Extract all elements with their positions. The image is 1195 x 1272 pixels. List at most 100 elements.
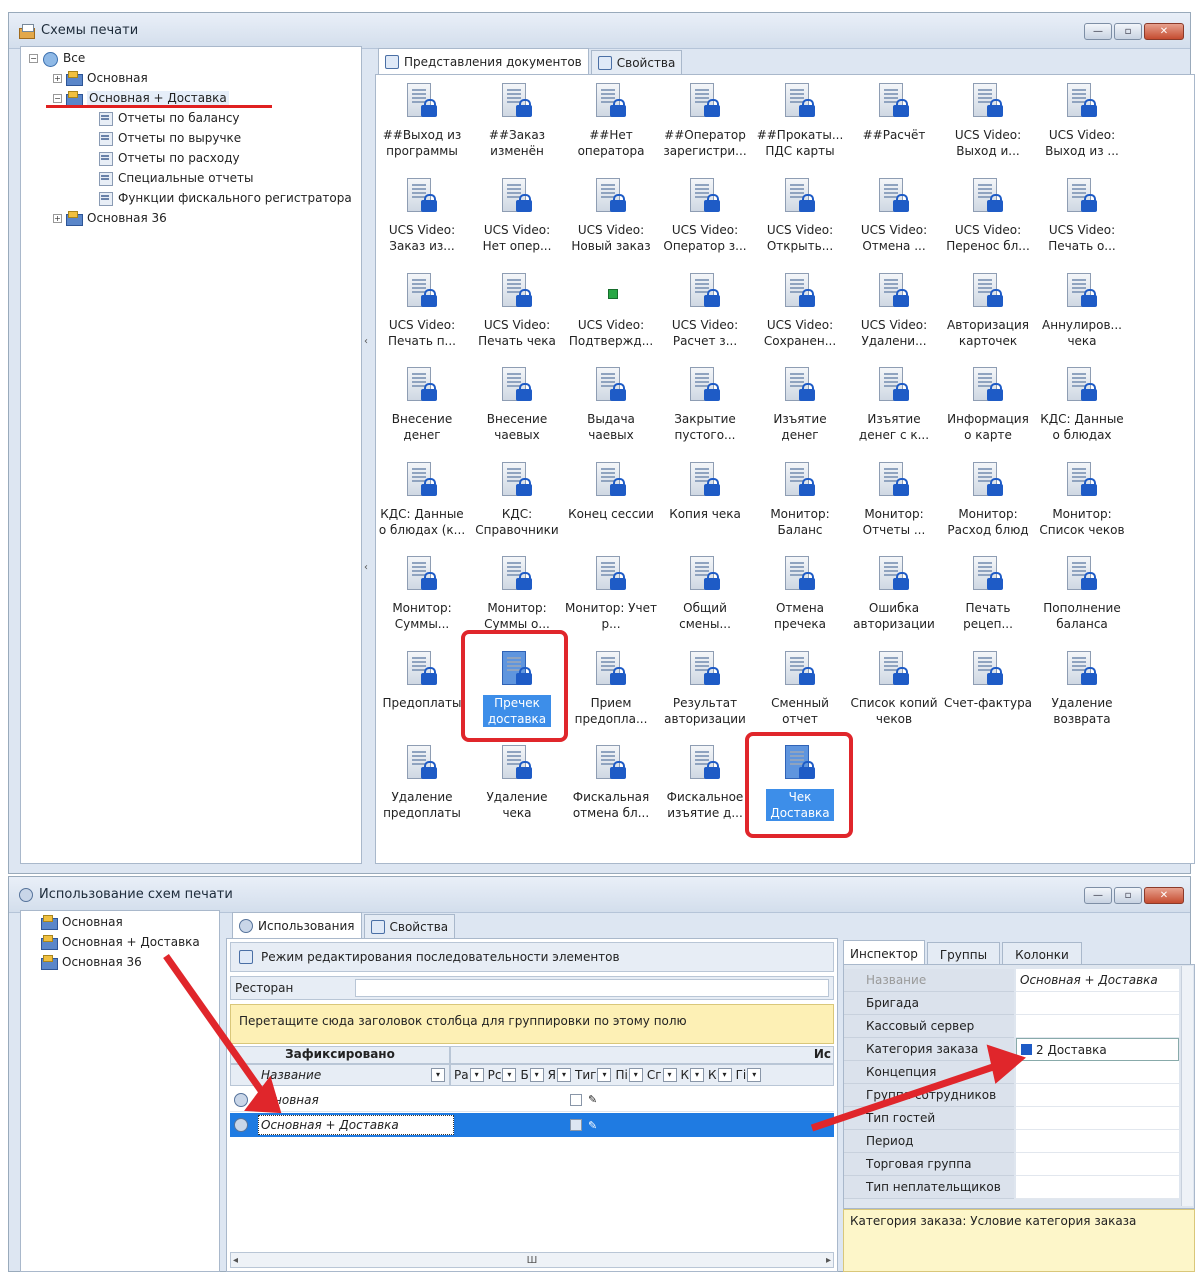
- tab-groups[interactable]: Группы: [926, 942, 1001, 966]
- document-item[interactable]: КДС: Данные о блюдах (к...: [376, 454, 468, 546]
- edit-link-icon[interactable]: ✎: [588, 1093, 597, 1106]
- tab-properties[interactable]: Свойства: [363, 914, 456, 938]
- property-name[interactable]: Тип гостей: [844, 1107, 1014, 1130]
- document-item[interactable]: Выдача чаевых: [565, 359, 657, 451]
- tree-node-special-reports[interactable]: Специальные отчеты: [97, 169, 253, 187]
- document-item[interactable]: Счет-фактура: [942, 643, 1034, 735]
- inspector-scrollbar[interactable]: [1181, 966, 1193, 1206]
- tab-usages[interactable]: Использования: [232, 912, 362, 938]
- property-value[interactable]: [1016, 1107, 1179, 1130]
- close-button[interactable]: ✕: [1144, 887, 1184, 904]
- column-header[interactable]: Гі ▾: [736, 1068, 762, 1082]
- table-row[interactable]: Основная ✎: [230, 1088, 834, 1112]
- column-header[interactable]: Рс ▾: [488, 1068, 517, 1082]
- scroll-right-icon[interactable]: ▸: [826, 1255, 831, 1266]
- tree-node-osnovnaya[interactable]: + Основная: [53, 69, 148, 87]
- document-item[interactable]: UCS Video: Заказ из...: [376, 170, 468, 262]
- document-item[interactable]: ##Выход из программы: [376, 75, 468, 167]
- column-header[interactable]: Тиг ▾: [575, 1068, 612, 1082]
- document-item[interactable]: UCS Video: Выход и...: [942, 75, 1034, 167]
- property-value[interactable]: [1016, 1153, 1179, 1176]
- property-name[interactable]: Концепция: [844, 1061, 1014, 1084]
- document-item[interactable]: Монитор: Список чеков: [1036, 454, 1128, 546]
- maximize-button[interactable]: ▫: [1114, 23, 1142, 40]
- document-item[interactable]: Закрытие пустого...: [659, 359, 751, 451]
- scroll-left-icon[interactable]: ◂: [233, 1255, 238, 1266]
- property-name[interactable]: Бригада: [844, 992, 1014, 1015]
- property-value[interactable]: [1016, 1176, 1179, 1199]
- splitter-arrow-icon[interactable]: ‹: [364, 562, 368, 573]
- document-item[interactable]: UCS Video: Удалени...: [848, 265, 940, 357]
- table-row-selected[interactable]: Основная + Доставка ✎: [230, 1113, 834, 1137]
- document-item[interactable]: Внесение чаевых: [471, 359, 563, 451]
- property-value[interactable]: [1016, 1061, 1179, 1084]
- property-name[interactable]: Период: [844, 1130, 1014, 1153]
- column-filter-dropdown[interactable]: ▾: [628, 1068, 643, 1082]
- document-item[interactable]: Удаление чека: [471, 737, 563, 829]
- tree-node-fiscal-functions[interactable]: Функции фискального регистратора: [97, 189, 352, 207]
- tree-node-expense-reports[interactable]: Отчеты по расходу: [97, 149, 240, 167]
- document-item[interactable]: КДС: Данные о блюдах: [1036, 359, 1128, 451]
- restaurant-filter-input[interactable]: [355, 979, 829, 997]
- column-filter-dropdown[interactable]: ▾: [662, 1068, 677, 1082]
- tab-columns[interactable]: Колонки: [1002, 942, 1082, 966]
- tree-node-osnovnaya[interactable]: Основная: [41, 913, 123, 931]
- document-item[interactable]: Общий смены...: [659, 548, 751, 640]
- property-value[interactable]: [1016, 1015, 1179, 1038]
- document-item[interactable]: ##Нет оператора: [565, 75, 657, 167]
- edit-link-icon[interactable]: ✎: [588, 1119, 597, 1132]
- property-value[interactable]: 2 Доставка: [1016, 1038, 1179, 1061]
- document-item[interactable]: UCS Video: Отмена ...: [848, 170, 940, 262]
- tree-node-revenue-reports[interactable]: Отчеты по выручке: [97, 129, 241, 147]
- minimize-button[interactable]: —: [1084, 887, 1112, 904]
- column-filter-dropdown[interactable]: ▾: [469, 1068, 484, 1082]
- document-item[interactable]: ##Заказ изменён: [471, 75, 563, 167]
- property-value[interactable]: [1016, 1130, 1179, 1153]
- document-item[interactable]: Фискальное изъятие д...: [659, 737, 751, 829]
- document-item[interactable]: UCS Video: Оператор з...: [659, 170, 751, 262]
- document-item[interactable]: Конец сессии: [565, 454, 657, 546]
- document-item[interactable]: UCS Video: Новый заказ: [565, 170, 657, 262]
- document-item[interactable]: Аннулиров... чека: [1036, 265, 1128, 357]
- document-item[interactable]: Прием предопла...: [565, 643, 657, 735]
- document-item[interactable]: UCS Video: Выход из ...: [1036, 75, 1128, 167]
- collapse-icon[interactable]: −: [29, 53, 38, 63]
- tree-node-osnovnaya-36[interactable]: Основная 36: [41, 953, 142, 971]
- maximize-button[interactable]: ▫: [1114, 887, 1142, 904]
- column-filter-dropdown[interactable]: ▾: [431, 1068, 445, 1082]
- document-item[interactable]: UCS Video: Подтвержд...: [565, 265, 657, 357]
- document-item[interactable]: Авторизация карточек: [942, 265, 1034, 357]
- expand-icon[interactable]: +: [53, 213, 62, 223]
- document-item[interactable]: Удаление предоплаты: [376, 737, 468, 829]
- column-header[interactable]: Я ▾: [548, 1068, 572, 1082]
- tab-document-views[interactable]: Представления документов: [378, 48, 589, 74]
- document-item[interactable]: Результат авторизации: [659, 643, 751, 735]
- document-item[interactable]: UCS Video: Нет опер...: [471, 170, 563, 262]
- document-item[interactable]: UCS Video: Печать о...: [1036, 170, 1128, 262]
- document-item[interactable]: ##Прокаты... ПДС карты: [754, 75, 846, 167]
- property-name[interactable]: Группа сотрудников: [844, 1084, 1014, 1107]
- column-filter-dropdown[interactable]: ▾: [529, 1068, 544, 1082]
- document-item[interactable]: Список копий чеков: [848, 643, 940, 735]
- column-header[interactable]: Ра ▾: [454, 1068, 484, 1082]
- document-item[interactable]: Монитор: Учет р...: [565, 548, 657, 640]
- document-item[interactable]: ##Оператор зарегистри...: [659, 75, 751, 167]
- splitter-arrow-icon[interactable]: ‹: [364, 336, 368, 347]
- scrollbar-grip[interactable]: Ш: [527, 1255, 538, 1266]
- document-item[interactable]: UCS Video: Печать п...: [376, 265, 468, 357]
- property-name[interactable]: Торговая группа: [844, 1153, 1014, 1176]
- document-item[interactable]: Информация о карте: [942, 359, 1034, 451]
- tree-node-osnovnaya-dostavka[interactable]: Основная + Доставка: [41, 933, 200, 951]
- edit-mode-toggle[interactable]: Режим редактирования последовательности …: [230, 942, 834, 972]
- collapse-icon[interactable]: −: [53, 93, 62, 103]
- document-item[interactable]: Предоплаты: [376, 643, 468, 735]
- column-filter-dropdown[interactable]: ▾: [690, 1068, 705, 1082]
- document-item[interactable]: Внесение денег: [376, 359, 468, 451]
- document-item[interactable]: Ошибка авторизации: [848, 548, 940, 640]
- document-item[interactable]: Печать рецеп...: [942, 548, 1034, 640]
- document-item[interactable]: Удаление возврата: [1036, 643, 1128, 735]
- document-item[interactable]: Монитор: Отчеты ...: [848, 454, 940, 546]
- row-checkbox[interactable]: [570, 1119, 582, 1131]
- column-header[interactable]: Б ▾: [520, 1068, 544, 1082]
- document-item[interactable]: Монитор: Суммы о...: [471, 548, 563, 640]
